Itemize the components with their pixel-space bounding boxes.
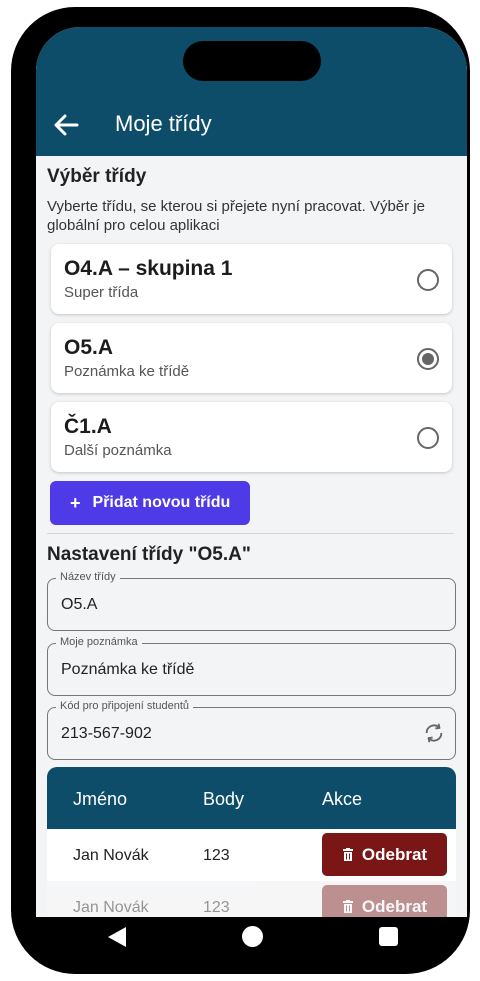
- field-label: Moje poznámka: [56, 636, 142, 648]
- class-name-field[interactable]: Název třídy O5.A: [47, 571, 456, 631]
- class-name: O4.A – skupina 1: [64, 257, 233, 280]
- system-nav-bar: [0, 910, 480, 964]
- column-header-points: Body: [203, 789, 245, 809]
- add-class-button[interactable]: + Přidat novou třídu: [50, 481, 250, 525]
- nav-recent-icon[interactable]: [379, 927, 398, 946]
- class-note: Další poznámka: [64, 442, 172, 459]
- app-screen: Moje třídy Výběr třídy Vyberte třídu, se…: [36, 27, 467, 917]
- class-option[interactable]: Č1.A Další poznámka: [51, 402, 452, 472]
- nav-back-icon[interactable]: [107, 926, 127, 948]
- class-selection-title: Výběr třídy: [47, 166, 147, 187]
- field-value: 213-567-902: [61, 725, 152, 742]
- trash-icon: [342, 847, 353, 861]
- phone-frame: Moje třídy Výběr třídy Vyberte třídu, se…: [11, 7, 470, 974]
- remove-student-button[interactable]: Odebrat: [322, 833, 447, 876]
- nav-home-icon[interactable]: [242, 926, 263, 947]
- students-table-header: Jméno Body Akce: [47, 767, 456, 829]
- table-row: Jan Novák 123 Odebrat: [47, 829, 456, 881]
- class-selection-description: Vyberte třídu, se kterou si přejete nyní…: [47, 198, 425, 234]
- class-note: Super třída: [64, 284, 139, 301]
- class-settings-title: Nastavení třídy "O5.A": [47, 544, 251, 565]
- refresh-icon[interactable]: [423, 722, 445, 744]
- field-label: Kód pro připojení studentů: [56, 700, 194, 712]
- app-bar: Moje třídy: [36, 27, 467, 156]
- field-label: Název třídy: [56, 571, 120, 583]
- radio-button-selected[interactable]: [417, 348, 439, 370]
- class-note: Poznámka ke třídě: [64, 363, 190, 380]
- add-class-label: Přidat novou třídu: [92, 494, 231, 511]
- class-name: Č1.A: [64, 415, 112, 438]
- column-header-name: Jméno: [73, 789, 128, 809]
- plus-icon: +: [70, 492, 81, 513]
- field-value[interactable]: O5.A: [61, 596, 97, 614]
- arrow-left-icon: [54, 114, 79, 136]
- class-option[interactable]: O5.A Poznámka ke třídě: [51, 323, 452, 393]
- column-header-action: Akce: [322, 789, 363, 809]
- back-button[interactable]: [50, 107, 82, 143]
- class-option[interactable]: O4.A – skupina 1 Super třída: [51, 244, 452, 314]
- divider: [47, 533, 454, 534]
- camera-notch: [183, 41, 321, 81]
- student-points: 123: [203, 847, 230, 864]
- field-value[interactable]: Poznámka ke třídě: [61, 661, 194, 679]
- class-name: O5.A: [64, 336, 114, 359]
- radio-button[interactable]: [417, 269, 439, 291]
- page-title: Moje třídy: [115, 111, 212, 136]
- class-note-field[interactable]: Moje poznámka Poznámka ke třídě: [47, 636, 456, 696]
- remove-label: Odebrat: [361, 844, 428, 864]
- join-code-field[interactable]: Kód pro připojení studentů 213-567-902: [47, 700, 456, 760]
- student-name: Jan Novák: [73, 847, 149, 864]
- radio-button[interactable]: [417, 427, 439, 449]
